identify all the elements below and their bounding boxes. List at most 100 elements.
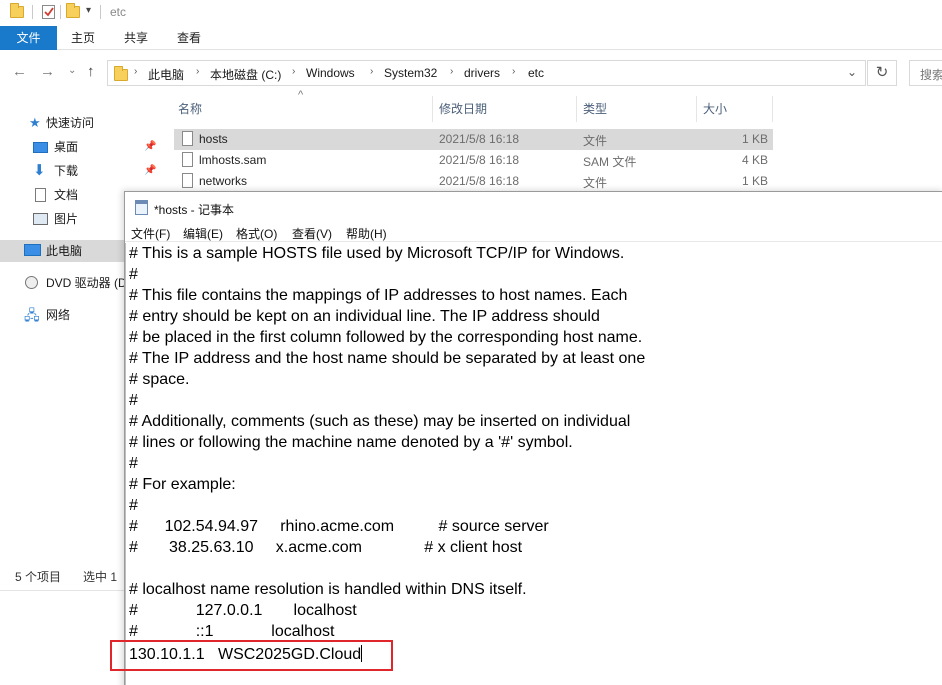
customize-dropdown-icon[interactable]: ▾ <box>86 5 91 16</box>
file-name: hosts <box>199 132 228 146</box>
text-line: # 38.25.63.10 x.acme.com # x client host <box>129 539 523 556</box>
menu-help[interactable]: 帮助(H) <box>346 225 387 242</box>
breadcrumb-etc[interactable]: etc <box>528 66 544 80</box>
breadcrumb-drivers[interactable]: drivers <box>464 66 500 80</box>
refresh-icon: ↻ <box>875 64 889 81</box>
folder-icon <box>114 66 128 81</box>
pin-icon[interactable]: 📌 <box>144 136 156 158</box>
network-icon: 🖧 <box>24 307 40 323</box>
text-line: # For example: <box>129 476 236 493</box>
computer-icon <box>24 244 41 256</box>
ribbon-tabs: 文件 主页 共享 查看 <box>0 26 942 50</box>
column-divider[interactable] <box>696 96 697 122</box>
column-size[interactable]: 大小 <box>703 100 727 117</box>
explorer-title-bar: ▾ etc <box>0 0 942 24</box>
forward-arrow-icon[interactable]: → <box>40 63 55 80</box>
text-line: # This is a sample HOSTS file used by Mi… <box>129 245 625 262</box>
nav-item-network[interactable]: 🖧 网络 <box>0 304 124 326</box>
column-name[interactable]: 名称 <box>178 100 202 117</box>
notepad-window[interactable]: *hosts - 记事本 文件(F) 编辑(E) 格式(O) 查看(V) 帮助(… <box>124 191 942 685</box>
selected-count: 选中 1 <box>83 570 118 584</box>
column-type[interactable]: 类型 <box>583 100 607 117</box>
file-name: networks <box>199 174 248 188</box>
toolbar-divider <box>32 5 33 19</box>
file-date: 2021/5/8 16:18 <box>439 174 520 188</box>
up-arrow-icon[interactable]: ↑ <box>87 63 95 80</box>
file-date: 2021/5/8 16:18 <box>439 132 520 146</box>
nav-item-pictures[interactable]: 图片 <box>0 208 124 230</box>
notepad-text-area[interactable]: # This is a sample HOSTS file used by Mi… <box>125 243 942 685</box>
file-type: SAM 文件 <box>583 155 637 169</box>
nav-item-downloads[interactable]: ⬇ 下载 📌 <box>0 160 156 182</box>
text-line: # space. <box>129 371 190 388</box>
text-line: # 127.0.0.1 localhost <box>129 602 357 619</box>
tab-home[interactable]: 主页 <box>58 26 108 50</box>
highlight-box <box>110 640 393 671</box>
recent-dropdown-icon[interactable]: ⌄ <box>68 65 76 76</box>
file-row-lmhosts[interactable]: lmhosts.sam 2021/5/8 16:18 SAM 文件 4 KB <box>174 150 773 171</box>
text-line: # This file contains the mappings of IP … <box>129 287 628 304</box>
tab-view[interactable]: 查看 <box>164 26 214 50</box>
toolbar-divider <box>60 5 61 19</box>
search-input[interactable]: 搜索 <box>909 60 942 86</box>
text-line: # <box>129 266 138 283</box>
chevron-right-icon[interactable]: › <box>196 66 199 77</box>
chevron-right-icon[interactable]: › <box>512 66 515 77</box>
chevron-right-icon[interactable]: › <box>370 66 373 77</box>
status-bar: 5 个项目 选中 1 <box>0 565 124 585</box>
chevron-right-icon[interactable]: › <box>292 66 295 77</box>
menu-view[interactable]: 查看(V) <box>292 225 332 242</box>
chevron-right-icon[interactable]: › <box>134 66 137 77</box>
column-date[interactable]: 修改日期 <box>439 100 487 117</box>
text-line: # Additionally, comments (such as these)… <box>129 413 631 430</box>
breadcrumb-system32[interactable]: System32 <box>384 66 437 80</box>
status-divider <box>0 590 124 591</box>
chevron-right-icon[interactable]: › <box>450 66 453 77</box>
file-row-hosts[interactable]: hosts 2021/5/8 16:18 文件 1 KB <box>174 129 773 150</box>
file-size: 1 KB <box>742 132 769 146</box>
file-row-networks[interactable]: networks 2021/5/8 16:18 文件 1 KB <box>174 171 773 192</box>
nav-quick-access[interactable]: ★ 快速访问 <box>0 112 124 134</box>
nav-label: 文档 <box>54 188 79 202</box>
nav-label: 图片 <box>54 212 79 226</box>
notepad-title: *hosts - 记事本 <box>154 203 235 217</box>
text-line: # be placed in the first column followed… <box>129 329 643 346</box>
file-size: 1 KB <box>742 174 769 188</box>
refresh-button[interactable]: ↻ <box>867 60 897 86</box>
text-line: # <box>129 455 138 472</box>
nav-item-this-pc[interactable]: 此电脑 <box>0 240 124 262</box>
column-divider[interactable] <box>772 96 773 122</box>
file-name: lmhosts.sam <box>199 153 267 167</box>
menu-file[interactable]: 文件(F) <box>131 225 170 242</box>
sort-chevron-icon: ^ <box>298 89 304 101</box>
picture-icon <box>33 213 48 225</box>
breadcrumb-local-disk[interactable]: 本地磁盘 (C:) <box>210 66 281 83</box>
menu-edit[interactable]: 编辑(E) <box>183 225 223 242</box>
column-divider[interactable] <box>432 96 433 122</box>
breadcrumb-windows[interactable]: Windows <box>306 66 355 80</box>
nav-item-dvd-drive[interactable]: DVD 驱动器 (D <box>0 272 124 294</box>
tab-file[interactable]: 文件 <box>0 26 57 50</box>
download-icon: ⬇ <box>33 162 46 179</box>
pin-icon[interactable]: 📌 <box>144 160 156 182</box>
notepad-icon <box>135 200 148 215</box>
nav-item-documents[interactable]: 文档 <box>0 184 124 206</box>
tab-share[interactable]: 共享 <box>110 26 162 50</box>
file-icon <box>182 152 193 167</box>
document-icon <box>35 188 46 202</box>
nav-label: 此电脑 <box>46 244 83 258</box>
nav-label: 下载 <box>54 164 79 178</box>
nav-item-desktop[interactable]: 桌面 📌 <box>0 136 156 158</box>
address-dropdown-icon[interactable]: ⌄ <box>847 65 857 79</box>
text-line: # <box>129 497 138 514</box>
navigation-bar: ← → ⌄ ↑ › 此电脑 › 本地磁盘 (C:) › Windows › Sy… <box>0 55 942 91</box>
address-bar[interactable]: › 此电脑 › 本地磁盘 (C:) › Windows › System32 ›… <box>107 60 866 86</box>
properties-icon[interactable] <box>41 4 57 20</box>
item-count: 5 个项目 <box>15 570 62 584</box>
notepad-title-bar[interactable]: *hosts - 记事本 <box>125 192 942 222</box>
menu-format[interactable]: 格式(O) <box>236 225 277 242</box>
column-divider[interactable] <box>576 96 577 122</box>
breadcrumb-this-pc[interactable]: 此电脑 <box>148 66 184 83</box>
text-line: # The IP address and the host name shoul… <box>129 350 646 367</box>
back-arrow-icon[interactable]: ← <box>12 63 27 80</box>
